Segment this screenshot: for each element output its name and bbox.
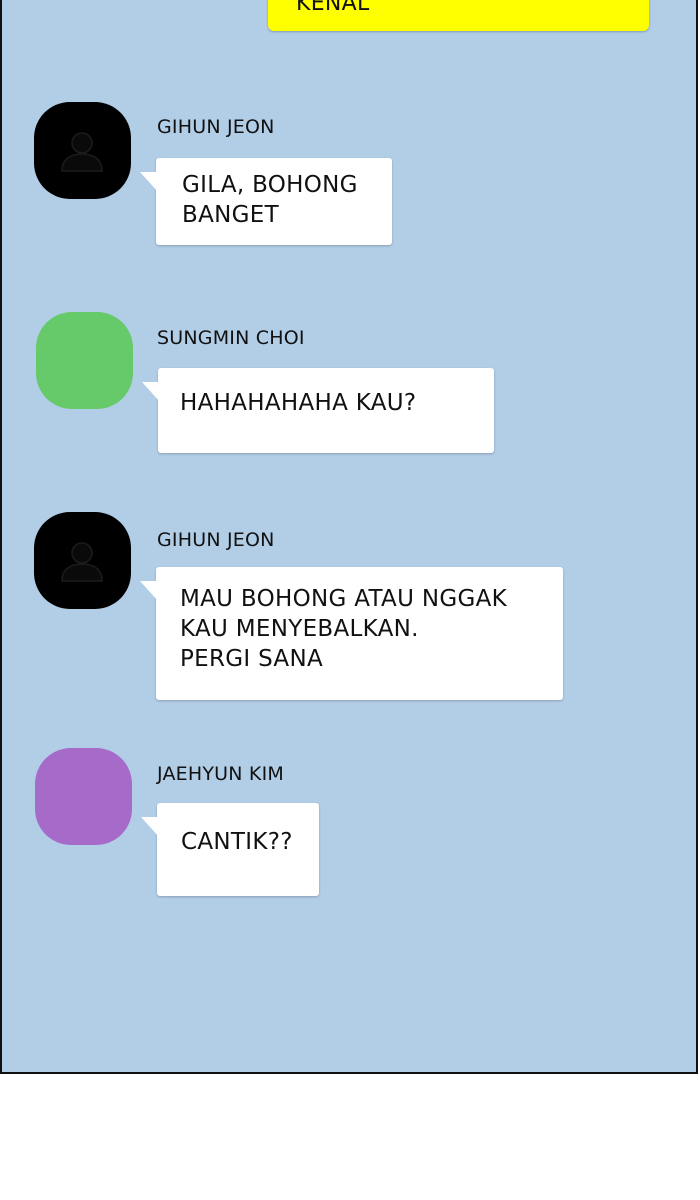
avatar-gihun-jeon[interactable]	[34, 102, 131, 199]
sender-name: SUNGMIN CHOI	[157, 327, 305, 349]
person-icon	[61, 542, 103, 582]
own-message-bubble: KENAL	[268, 0, 649, 31]
avatar-jaehyun-kim[interactable]	[35, 748, 132, 845]
sender-name: GIHUN JEON	[157, 116, 275, 138]
message-bubble: GILA, BOHONG BANGET	[140, 158, 392, 245]
message-text: CANTIK??	[181, 829, 293, 855]
message-text: GILA, BOHONG BANGET	[182, 172, 358, 228]
message-text: MAU BOHONG ATAU NGGAK KAU MENYEBALKAN. P…	[180, 586, 507, 672]
sender-name: JAEHYUN KIM	[157, 763, 284, 785]
chat-panel: KENAL GIHUN JEON GILA, BOHONG BANGET SUN…	[0, 0, 698, 1074]
message-bubble: HAHAHAHAHA KAU?	[142, 368, 494, 453]
own-message-text: KENAL	[296, 0, 370, 16]
sender-name: GIHUN JEON	[157, 529, 275, 551]
message-bubble: CANTIK??	[141, 803, 319, 896]
avatar-sungmin-choi[interactable]	[36, 312, 133, 409]
message-bubble: MAU BOHONG ATAU NGGAK KAU MENYEBALKAN. P…	[140, 567, 563, 700]
person-icon	[61, 132, 103, 172]
message-text: HAHAHAHAHA KAU?	[180, 390, 417, 416]
avatar-gihun-jeon[interactable]	[34, 512, 131, 609]
